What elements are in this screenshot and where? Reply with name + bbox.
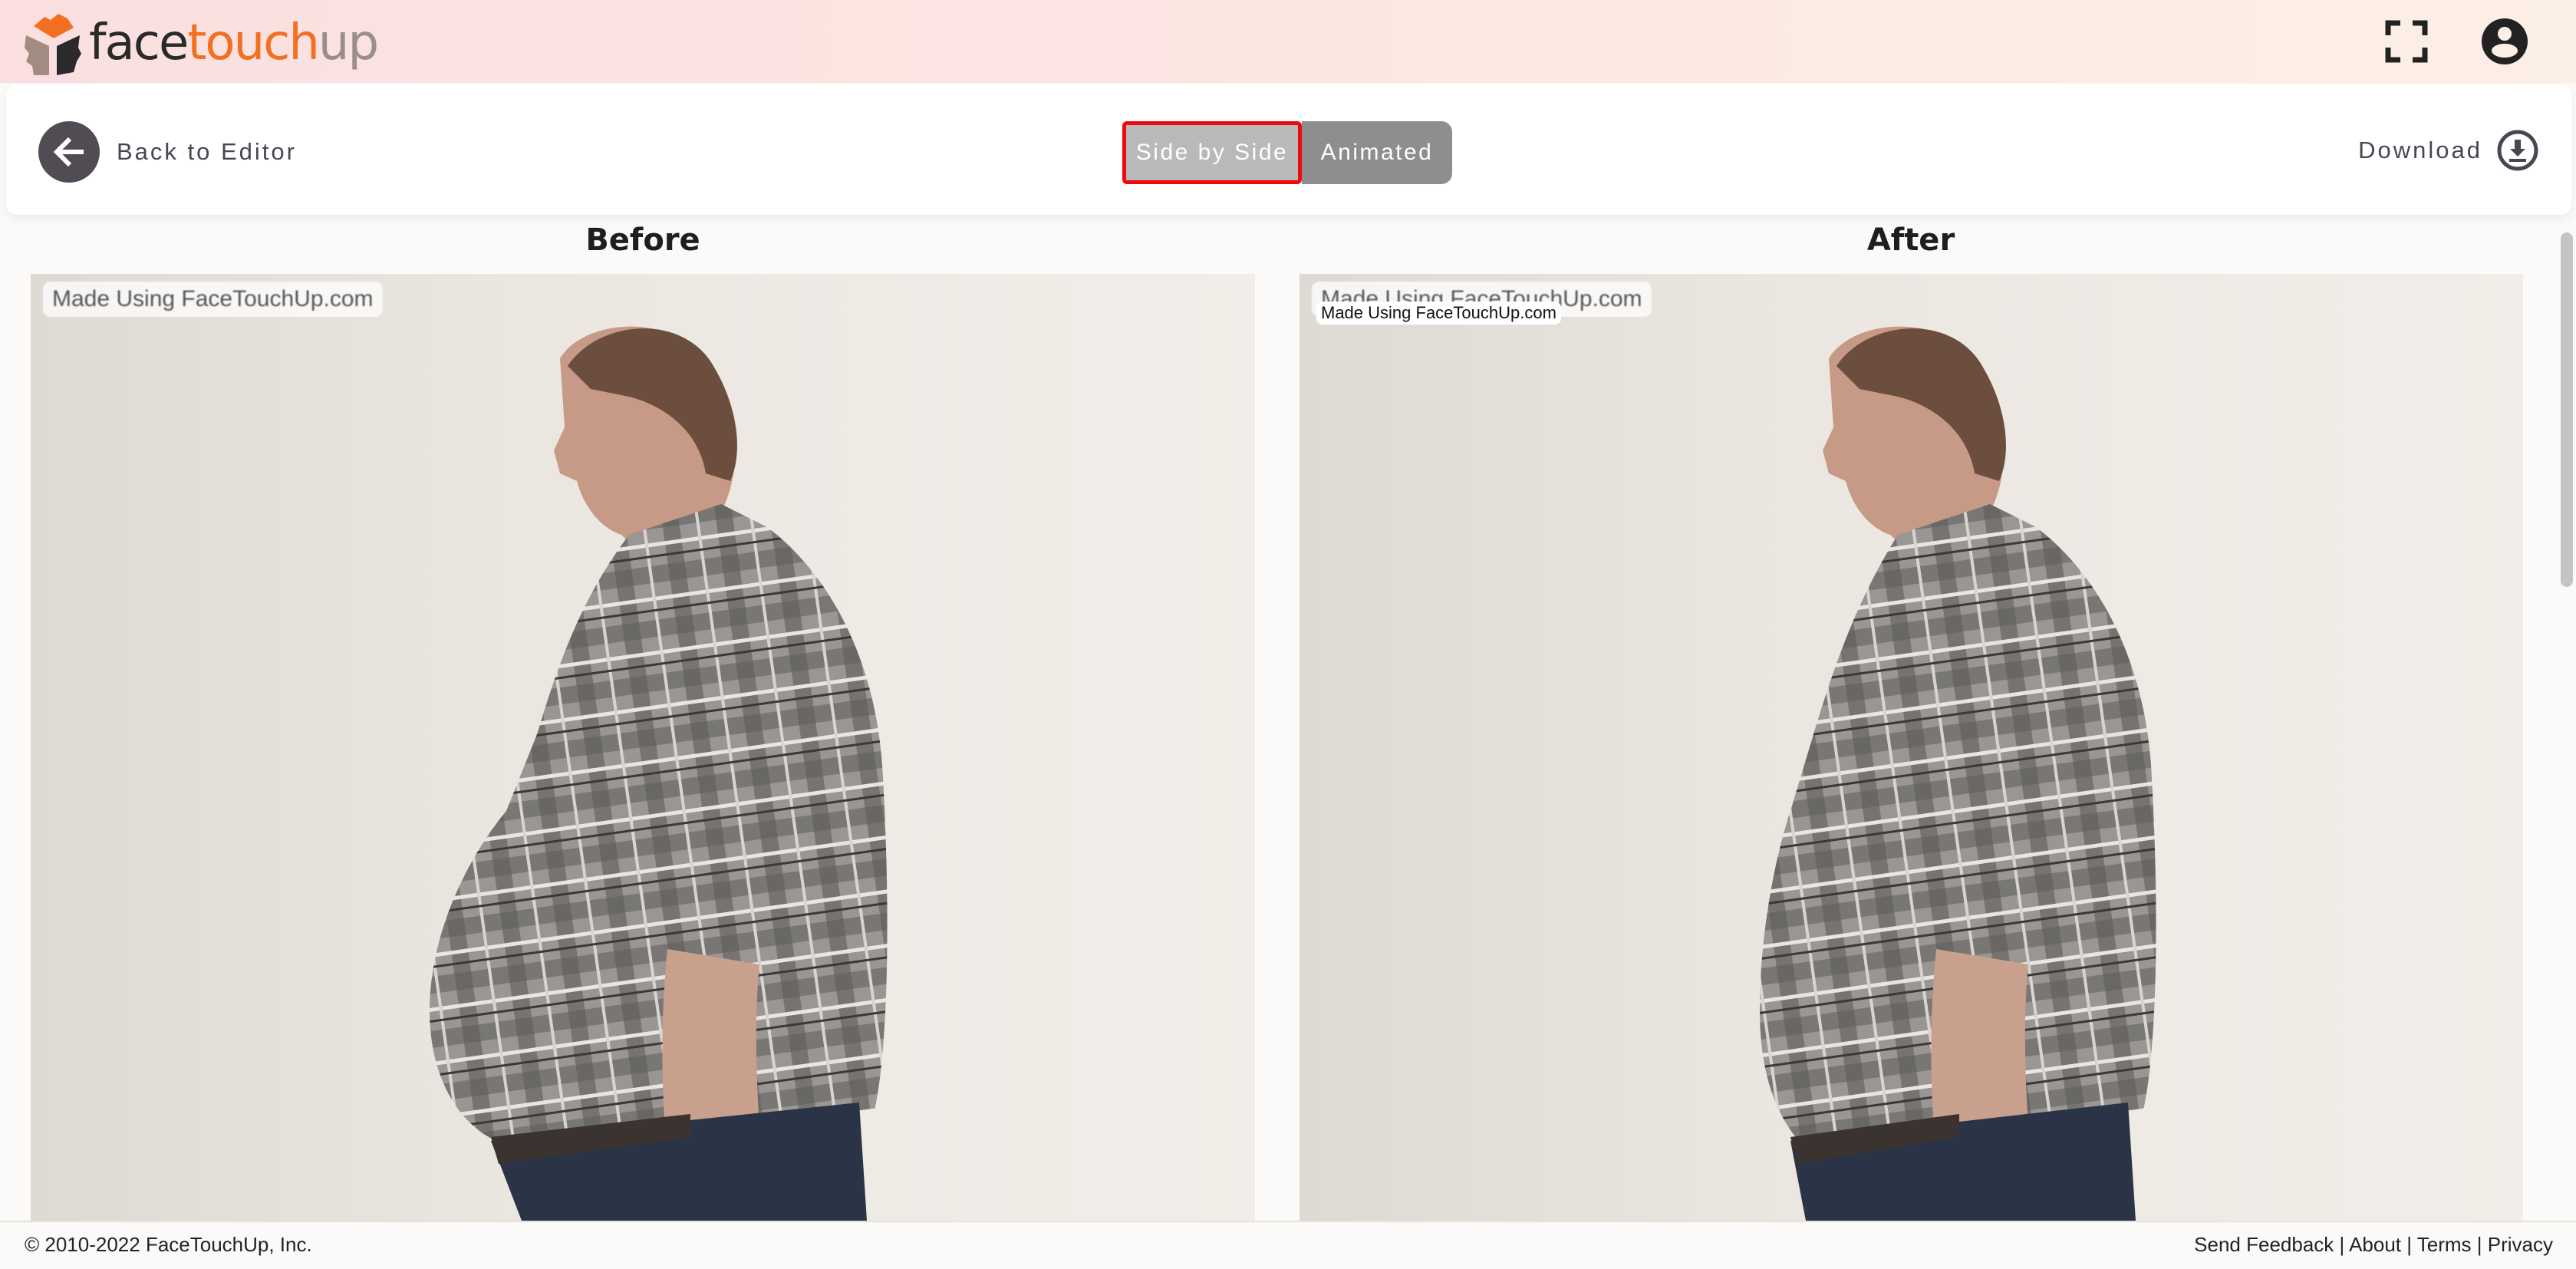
after-heading: After	[1866, 222, 1955, 258]
download-button[interactable]: Download	[2358, 129, 2539, 172]
privacy-link[interactable]: Privacy	[2488, 1233, 2553, 1256]
logo-wordmark: facetouchup	[89, 15, 379, 71]
fullscreen-icon[interactable]	[2382, 17, 2431, 66]
before-image: Made Using FaceTouchUp.com	[31, 274, 1255, 1221]
side-by-side-tab[interactable]: Side by Side	[1122, 121, 1302, 184]
download-label: Download	[2358, 137, 2482, 163]
footer-links: Send Feedback | About | Terms | Privacy	[2194, 1233, 2553, 1257]
before-watermark: Made Using FaceTouchUp.com	[43, 282, 383, 317]
animated-tab[interactable]: Animated	[1302, 121, 1452, 184]
logo-text-face: face	[89, 15, 189, 71]
footer-separator: |	[2401, 1233, 2417, 1256]
vertical-scrollbar[interactable]	[2561, 232, 2573, 587]
before-heading: Before	[585, 222, 700, 258]
app-header: facetouchup	[0, 0, 2576, 83]
send-feedback-link[interactable]: Send Feedback	[2194, 1233, 2334, 1256]
after-person-illustration	[1760, 326, 2156, 1221]
back-to-editor-label: Back to Editor	[117, 138, 297, 165]
footer-separator: |	[2334, 1233, 2350, 1256]
terms-link[interactable]: Terms	[2417, 1233, 2472, 1256]
logo-mark-icon	[25, 14, 81, 75]
footer-separator: |	[2471, 1233, 2488, 1256]
footer: © 2010-2022 FaceTouchUp, Inc. Send Feedb…	[0, 1221, 2576, 1269]
back-to-editor-button[interactable]: Back to Editor	[38, 121, 297, 183]
logo-text-touch: touch	[187, 15, 320, 71]
after-image: Made Using FaceTouchUp.com Made Using Fa…	[1300, 274, 2523, 1221]
after-watermark-overlay: Made Using FaceTouchUp.com	[1316, 302, 1561, 325]
view-mode-toggle: Side by Side Animated	[1122, 121, 1452, 184]
facetouchup-logo[interactable]: facetouchup	[23, 11, 379, 75]
account-icon[interactable]	[2480, 17, 2529, 66]
comparison-toolbar: Back to Editor Side by Side Animated Dow…	[6, 84, 2571, 215]
copyright-text: © 2010-2022 FaceTouchUp, Inc.	[25, 1233, 312, 1256]
download-icon	[2497, 130, 2538, 171]
logo-text-up: up	[318, 15, 379, 71]
before-person-illustration	[430, 326, 888, 1221]
arrow-left-icon	[38, 121, 100, 183]
about-link[interactable]: About	[2349, 1233, 2401, 1256]
